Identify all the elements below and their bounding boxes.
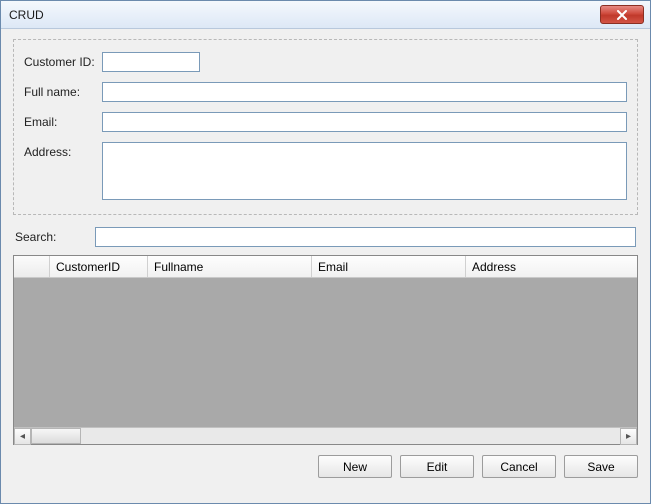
grid-horizontal-scrollbar[interactable]: ◂ ▸ (14, 427, 637, 444)
grid-col-address[interactable]: Address (466, 256, 637, 277)
button-row: New Edit Cancel Save (13, 455, 638, 478)
search-label: Search: (15, 230, 95, 244)
titlebar: CRUD (1, 1, 650, 29)
scroll-right-icon[interactable]: ▸ (620, 428, 637, 445)
email-input[interactable] (102, 112, 627, 132)
search-row: Search: (15, 227, 636, 247)
customer-id-input[interactable] (102, 52, 200, 72)
full-name-label: Full name: (24, 82, 102, 99)
close-icon (616, 10, 628, 20)
window: CRUD Customer ID: Full name: Email: Addr… (0, 0, 651, 504)
cancel-button[interactable]: Cancel (482, 455, 556, 478)
grid-header: CustomerID Fullname Email Address (14, 256, 637, 278)
grid-row-selector-header (14, 256, 50, 277)
grid-body (14, 278, 637, 427)
grid-col-customerid[interactable]: CustomerID (50, 256, 148, 277)
full-name-input[interactable] (102, 82, 627, 102)
customer-id-label: Customer ID: (24, 52, 102, 69)
address-input[interactable] (102, 142, 627, 200)
edit-button[interactable]: Edit (400, 455, 474, 478)
client-area: Customer ID: Full name: Email: Address: … (1, 29, 650, 503)
scroll-track[interactable] (31, 428, 620, 444)
window-title: CRUD (9, 8, 600, 22)
address-label: Address: (24, 142, 102, 159)
new-button[interactable]: New (318, 455, 392, 478)
scroll-thumb[interactable] (31, 428, 81, 444)
data-grid[interactable]: CustomerID Fullname Email Address ◂ ▸ (13, 255, 638, 445)
grid-col-email[interactable]: Email (312, 256, 466, 277)
grid-col-fullname[interactable]: Fullname (148, 256, 312, 277)
close-button[interactable] (600, 5, 644, 24)
scroll-left-icon[interactable]: ◂ (14, 428, 31, 445)
save-button[interactable]: Save (564, 455, 638, 478)
customer-form-group: Customer ID: Full name: Email: Address: (13, 39, 638, 215)
email-label: Email: (24, 112, 102, 129)
search-input[interactable] (95, 227, 636, 247)
